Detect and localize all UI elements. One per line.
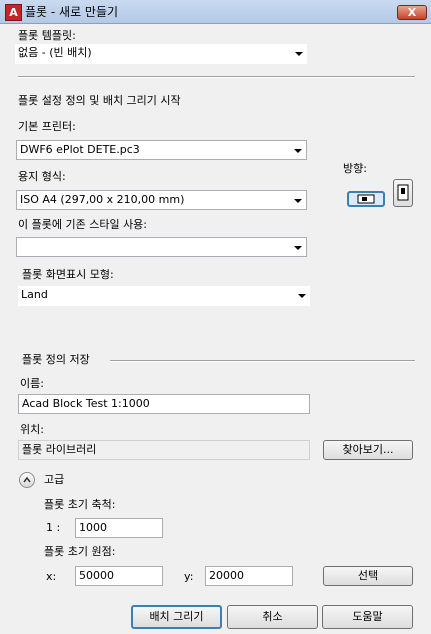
autocad-logo-icon: A xyxy=(5,4,22,21)
paper-value: ISO A4 (297,00 x 210,00 mm) xyxy=(20,193,185,206)
name-label: 이름: xyxy=(20,377,44,390)
dropdown-arrow-icon xyxy=(294,199,302,203)
origin-y-input[interactable]: 20000 xyxy=(205,566,293,586)
name-input[interactable]: Acad Block Test 1:1000 xyxy=(18,394,310,414)
paper-label: 용지 형식: xyxy=(18,170,66,183)
origin-x-input[interactable]: 50000 xyxy=(75,566,163,586)
advanced-label: 고급 xyxy=(44,473,65,486)
portrait-page-icon xyxy=(397,184,409,201)
dropdown-arrow-icon xyxy=(294,246,302,250)
location-value: 플롯 라이브러리 xyxy=(18,440,310,460)
template-select[interactable]: 없음 - (빈 배치) xyxy=(15,44,307,64)
display-model-select[interactable]: Land xyxy=(18,286,310,306)
scale-input[interactable]: 1000 xyxy=(75,518,163,538)
landscape-page-icon xyxy=(357,194,375,204)
orientation-label: 방향: xyxy=(343,162,367,175)
dropdown-arrow-icon xyxy=(298,294,306,298)
cancel-button[interactable]: 취소 xyxy=(227,605,318,629)
pick-button[interactable]: 선택 xyxy=(323,566,413,586)
dropdown-arrow-icon xyxy=(294,149,302,153)
printer-value: DWF6 ePlot DETE.pc3 xyxy=(20,143,140,156)
template-label: 플롯 템플릿: xyxy=(18,29,76,42)
display-model-label: 플롯 화면표시 모형: xyxy=(22,268,114,281)
dropdown-arrow-icon xyxy=(295,52,303,56)
template-value: 없음 - (빈 배치) xyxy=(18,46,92,59)
printer-select[interactable]: DWF6 ePlot DETE.pc3 xyxy=(16,140,307,160)
printer-label: 기본 프린터: xyxy=(18,120,76,133)
divider xyxy=(18,76,415,78)
create-layout-button[interactable]: 배치 그리기 xyxy=(131,605,222,629)
settings-heading: 플롯 설정 정의 및 배치 그리기 시작 xyxy=(18,94,181,107)
collapse-up-icon xyxy=(23,476,31,483)
scale-prefix: 1 : xyxy=(46,521,61,534)
display-model-value: Land xyxy=(21,288,48,301)
portrait-button[interactable] xyxy=(393,179,413,207)
style-label: 이 플롯에 기존 스타일 사용: xyxy=(18,218,148,231)
close-button[interactable]: X xyxy=(397,5,427,20)
location-label: 위치: xyxy=(20,423,44,436)
origin-y-label: y: xyxy=(184,570,194,583)
help-button[interactable]: 도움말 xyxy=(322,605,413,629)
window-title: 플롯 - 새로 만들기 xyxy=(25,5,119,19)
origin-label: 플롯 초기 원점: xyxy=(44,545,116,558)
divider xyxy=(110,360,415,362)
title-bar: A 플롯 - 새로 만들기 X xyxy=(0,0,431,24)
paper-select[interactable]: ISO A4 (297,00 x 210,00 mm) xyxy=(16,190,307,210)
advanced-toggle[interactable] xyxy=(19,472,35,488)
style-select[interactable] xyxy=(16,237,307,257)
origin-x-label: x: xyxy=(46,570,57,583)
browse-button[interactable]: 찾아보기... xyxy=(323,440,413,460)
landscape-button[interactable] xyxy=(347,191,385,207)
scale-label: 플롯 초기 축척: xyxy=(44,498,116,511)
save-heading: 플롯 정의 저장 xyxy=(22,353,90,366)
